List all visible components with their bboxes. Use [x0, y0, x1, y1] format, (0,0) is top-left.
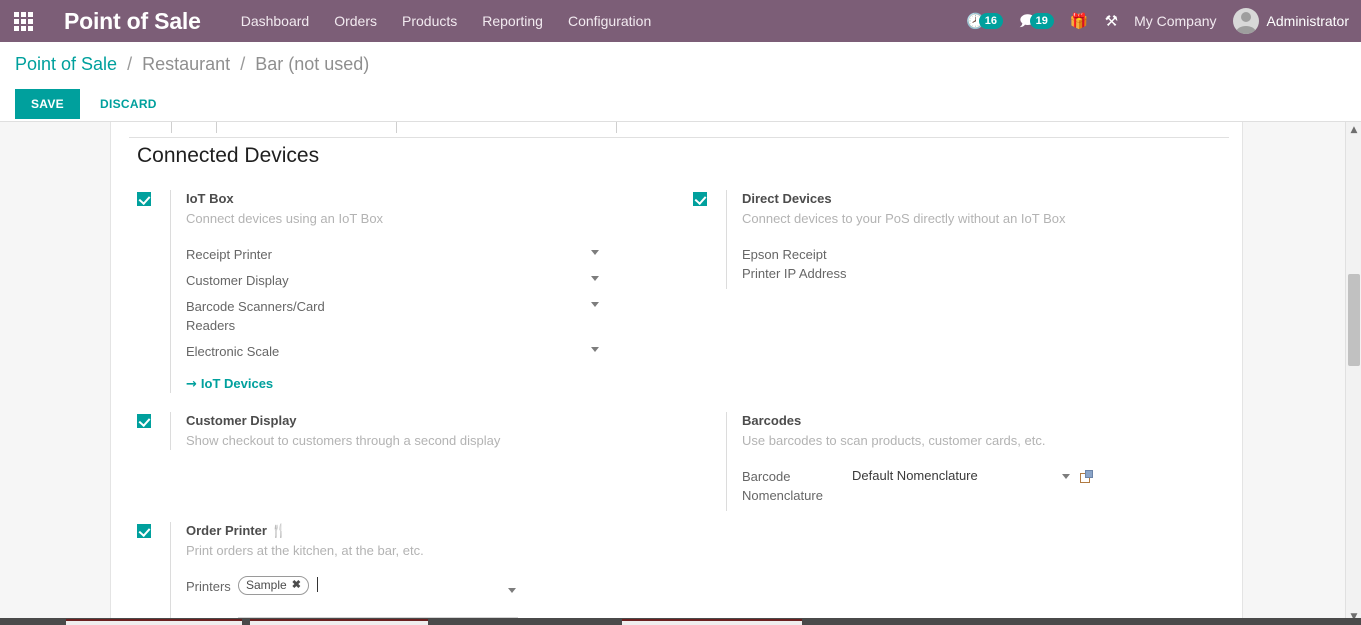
activity-count-badge: 16: [979, 13, 1003, 29]
field-barcode-scanners: Barcode Scanners/Card Readers: [186, 296, 601, 335]
chevron-down-icon: [591, 302, 599, 307]
apps-grid-icon[interactable]: [0, 0, 46, 42]
electronic-scale-label: Electronic Scale: [186, 341, 346, 361]
menu-item-products[interactable]: Products: [402, 13, 457, 29]
menu-item-configuration[interactable]: Configuration: [568, 13, 651, 29]
top-navbar: Point of Sale Dashboard Orders Products …: [0, 0, 1361, 42]
iot-box-label: IoT Box: [186, 190, 601, 208]
printers-many2many-input[interactable]: Sample ✖: [238, 576, 518, 618]
page-title: Connected Devices: [137, 144, 319, 168]
printer-tag-sample[interactable]: Sample ✖: [238, 576, 309, 595]
menu-item-reporting[interactable]: Reporting: [482, 13, 543, 29]
avatar: [1233, 8, 1259, 34]
scroll-up-icon[interactable]: ▲: [1346, 122, 1361, 138]
control-panel: Point of Sale / Restaurant / Bar (not us…: [0, 42, 1361, 122]
scrollbar-thumb[interactable]: [1348, 274, 1360, 366]
customer-display-setting-description: Show checkout to customers through a sec…: [186, 432, 500, 450]
breadcrumb-current: Bar (not used): [255, 54, 369, 74]
remove-tag-icon[interactable]: ✖: [292, 578, 301, 593]
record-actions: SAVE DISCARD: [15, 89, 167, 119]
vertical-scrollbar[interactable]: ▲ ▼: [1345, 122, 1361, 625]
iot-devices-link-row: →IoT Devices: [186, 375, 601, 393]
messages-count-badge: 19: [1030, 13, 1054, 29]
customer-display-checkbox[interactable]: [137, 414, 151, 428]
chevron-down-icon: [508, 588, 516, 593]
setting-iot-box: IoT Box Connect devices using an IoT Box…: [137, 190, 617, 393]
odoo-pos-settings-page: Point of Sale Dashboard Orders Products …: [0, 0, 1361, 625]
barcodes-fields: Barcode Nomenclature Default Nomenclatur…: [742, 466, 1093, 505]
iot-devices-link[interactable]: →IoT Devices: [186, 376, 273, 391]
arrow-right-icon: →: [186, 377, 197, 392]
breadcrumb: Point of Sale / Restaurant / Bar (not us…: [15, 54, 369, 75]
setting-customer-display: Customer Display Show checkout to custom…: [137, 412, 617, 450]
direct-devices-fields: Epson Receipt Printer IP Address: [742, 244, 1110, 283]
os-taskbar: [0, 618, 1361, 625]
field-epson-printer-ip: Epson Receipt Printer IP Address: [742, 244, 1110, 283]
receipt-printer-label: Receipt Printer: [186, 244, 346, 264]
menu-item-orders[interactable]: Orders: [334, 13, 377, 29]
direct-devices-checkbox[interactable]: [693, 192, 707, 206]
breadcrumb-parent[interactable]: Restaurant: [142, 54, 230, 74]
navbar-right-tools: 🕗 16 🗩 19 🎁 ⚒ My Company Administrator: [966, 8, 1361, 34]
previous-section-cutoff: [111, 122, 1244, 138]
order-printer-checkbox[interactable]: [137, 524, 151, 538]
order-printer-description: Print orders at the kitchen, at the bar,…: [186, 542, 518, 560]
text-cursor: [317, 577, 318, 592]
direct-devices-label: Direct Devices: [742, 190, 1110, 208]
messaging-menu[interactable]: 🗩 19: [1019, 13, 1054, 29]
field-electronic-scale: Electronic Scale: [186, 341, 601, 361]
order-printer-label: Order Printer 🍴: [186, 522, 518, 540]
settings-content: Connected Devices IoT Box Connect device…: [0, 122, 1345, 625]
epson-printer-ip-label: Epson Receipt Printer IP Address: [742, 244, 852, 283]
chevron-down-icon: [591, 276, 599, 281]
field-receipt-printer: Receipt Printer: [186, 244, 601, 264]
field-barcode-nomenclature: Barcode Nomenclature Default Nomenclatur…: [742, 466, 1093, 505]
activity-menu[interactable]: 🕗 16: [966, 13, 1003, 29]
setting-order-printer: Order Printer 🍴 Print orders at the kitc…: [137, 522, 617, 625]
barcode-nomenclature-label: Barcode Nomenclature: [742, 466, 852, 505]
customer-display-label: Customer Display: [186, 270, 346, 290]
main-menu: Dashboard Orders Products Reporting Conf…: [241, 13, 652, 29]
order-printer-fields: Printers Sample ✖: [186, 576, 518, 618]
gift-icon[interactable]: 🎁: [1070, 14, 1089, 29]
breadcrumb-separator-2: /: [240, 54, 245, 74]
settings-sheet: Connected Devices IoT Box Connect device…: [110, 122, 1243, 625]
chevron-down-icon: [591, 347, 599, 352]
customer-display-setting-label: Customer Display: [186, 412, 500, 430]
app-brand-title: Point of Sale: [64, 8, 201, 35]
order-printer-title-text: Order Printer: [186, 523, 267, 538]
setting-barcodes: Barcodes Use barcodes to scan products, …: [693, 412, 1173, 511]
setting-direct-devices: Direct Devices Connect devices to your P…: [693, 190, 1173, 289]
printer-tag-label: Sample: [246, 578, 287, 593]
user-menu[interactable]: Administrator: [1233, 8, 1349, 34]
iot-box-description: Connect devices using an IoT Box: [186, 210, 601, 228]
chevron-down-icon: [1062, 474, 1070, 479]
external-link-icon[interactable]: [1080, 470, 1093, 483]
barcode-scanners-label: Barcode Scanners/Card Readers: [186, 296, 346, 335]
barcode-nomenclature-select[interactable]: Default Nomenclature: [852, 466, 1072, 485]
tools-wrench-icon[interactable]: ⚒: [1105, 14, 1118, 29]
printers-label: Printers: [186, 576, 238, 596]
barcodes-label: Barcodes: [742, 412, 1093, 430]
breadcrumb-root[interactable]: Point of Sale: [15, 54, 117, 74]
barcode-nomenclature-value: Default Nomenclature: [852, 468, 978, 483]
user-name-label: Administrator: [1267, 13, 1349, 29]
menu-item-dashboard[interactable]: Dashboard: [241, 13, 310, 29]
iot-box-checkbox[interactable]: [137, 192, 151, 206]
chevron-down-icon: [591, 250, 599, 255]
cutlery-icon: 🍴: [271, 523, 287, 538]
field-customer-display: Customer Display: [186, 270, 601, 290]
field-printers: Printers Sample ✖: [186, 576, 518, 618]
save-button[interactable]: SAVE: [15, 89, 80, 119]
iot-box-fields: Receipt Printer Customer Display: [186, 244, 601, 361]
company-switcher[interactable]: My Company: [1134, 13, 1216, 29]
direct-devices-description: Connect devices to your PoS directly wit…: [742, 210, 1110, 228]
breadcrumb-separator-1: /: [127, 54, 132, 74]
barcodes-description: Use barcodes to scan products, customer …: [742, 432, 1093, 450]
discard-button[interactable]: DISCARD: [90, 89, 167, 119]
